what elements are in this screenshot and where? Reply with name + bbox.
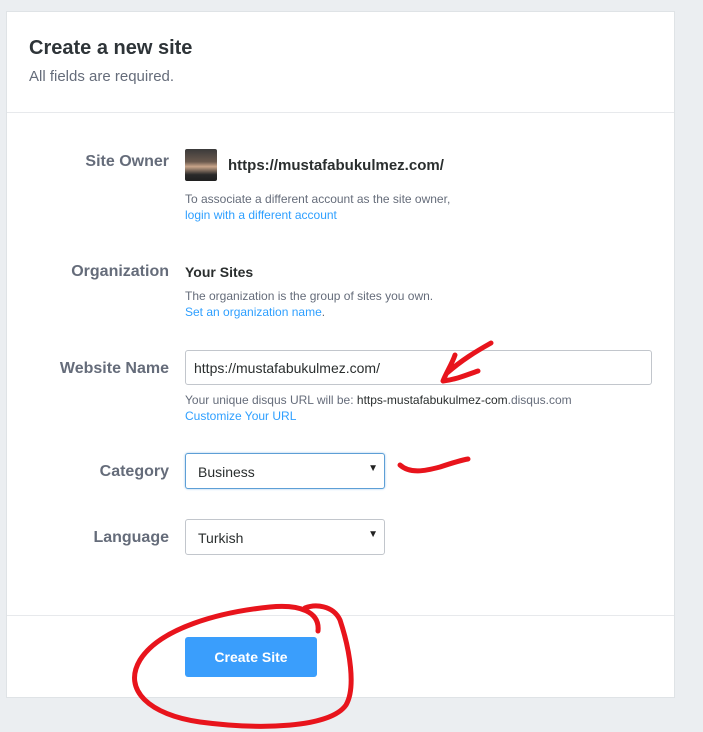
category-selected-value: Business [198, 464, 255, 480]
website-name-label: Website Name [59, 360, 169, 377]
owner-url: https://mustafabukulmez.com/ [228, 157, 444, 174]
page-title: Create a new site [29, 37, 193, 59]
language-label: Language [93, 529, 169, 546]
create-site-button[interactable]: Create Site [185, 637, 317, 677]
language-selected-value: Turkish [198, 530, 244, 546]
card-header: Create a new site All fields are require… [29, 37, 192, 85]
set-organization-name-link[interactable]: Set an organization name [185, 305, 322, 319]
login-different-account-link[interactable]: login with a different account [185, 207, 450, 223]
category-select[interactable]: Business ▼ [185, 453, 385, 489]
owner-help: To associate a different account as the … [185, 191, 450, 223]
page-subtitle: All fields are required. [29, 68, 175, 85]
language-select[interactable]: Turkish ▼ [185, 519, 385, 555]
organization-help: The organization is the group of sites y… [185, 288, 433, 320]
customize-url-link[interactable]: Customize Your URL [185, 408, 572, 424]
disqus-url-slug: https-mustafabukulmez-com [356, 393, 508, 407]
footer-divider [7, 615, 674, 616]
organization-help-suffix: . [321, 305, 326, 319]
organization-name: Your Sites [185, 264, 254, 280]
website-name-input[interactable] [185, 350, 652, 385]
header-divider [7, 112, 674, 113]
chevron-down-icon: ▼ [368, 529, 378, 540]
organization-label: Organization [71, 263, 169, 280]
disqus-url-domain: .disqus.com [507, 393, 572, 407]
create-site-card: Create a new site All fields are require… [6, 11, 675, 698]
site-owner-label: Site Owner [85, 153, 169, 170]
avatar [185, 149, 217, 181]
category-label: Category [99, 463, 169, 480]
website-help: Your unique disqus URL will be: https-mu… [185, 392, 572, 424]
chevron-down-icon: ▼ [368, 463, 378, 474]
disqus-url-prefix: Your unique disqus URL will be: [185, 393, 354, 407]
organization-help-text: The organization is the group of sites y… [185, 289, 434, 303]
owner-help-text: To associate a different account as the … [185, 192, 451, 206]
